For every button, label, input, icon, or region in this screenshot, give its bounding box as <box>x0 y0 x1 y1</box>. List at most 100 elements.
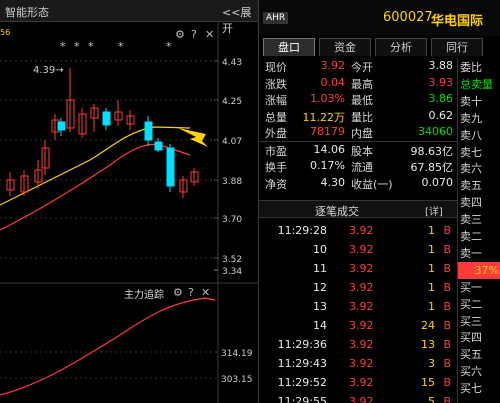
tick-side: B <box>443 338 451 351</box>
tick-volume: 13 <box>421 338 435 351</box>
quote-row: 市盈 14.06 股本 98.63亿 <box>259 142 457 159</box>
tick-time: 12 <box>313 281 327 294</box>
signal-marker: * <box>60 40 66 53</box>
tick-volume: 1 <box>428 262 435 275</box>
indicator-line <box>0 297 216 396</box>
stock-name: 华电国际 <box>431 14 484 29</box>
ticks-title: 逐笔成交 <box>315 205 359 218</box>
ticks-detail-link[interactable]: [详] <box>425 203 443 218</box>
tick-row: 12 3.92 1 B <box>259 279 457 298</box>
orderbook-level-label: 卖五 <box>460 179 482 193</box>
indicator-help-icon[interactable]: ? <box>188 286 194 299</box>
tick-volume: 1 <box>428 224 435 237</box>
quote-label: 量比 <box>351 110 373 124</box>
quote-panel: AHR 600027 华电国际 盘口 资金 分析 同行 现价 3.92 今开 3.88… <box>259 0 500 403</box>
tick-side: B <box>443 281 451 294</box>
candle-body <box>144 121 153 141</box>
tab-funds[interactable]: 资金 <box>319 38 371 56</box>
orderbook-level-label: 买四 <box>460 331 482 345</box>
expand-button[interactable]: <<展开 <box>222 4 258 36</box>
tick-volume: 3 <box>428 357 435 370</box>
quote-value: 11.22万 <box>302 110 346 124</box>
tick-volume: 24 <box>421 319 435 332</box>
indicator-tick-label: 303.15 <box>221 375 253 385</box>
orderbook-level-label: 买三 <box>460 314 482 328</box>
tick-time: 11:29:52 <box>277 376 327 389</box>
price-tick-label: 3.52 <box>222 255 242 265</box>
chart-code-label: 56 <box>0 28 11 37</box>
quote-label: 总量 <box>265 110 287 124</box>
candle-body <box>166 147 175 187</box>
quote-label: 外盘 <box>265 127 287 140</box>
kline-chart: 4.43 4.25 4.07 3.88 3.70 3.52 3.34 * * * * * 4.39→ 31… <box>0 22 258 403</box>
help-icon[interactable]: ? <box>191 28 197 41</box>
indicator-title: 主力追踪 <box>124 290 164 301</box>
quote-value: 3.88 <box>428 59 454 72</box>
orderbook-level-label: 买六 <box>460 365 482 379</box>
tick-time: 11 <box>313 262 327 275</box>
quote-row: 涨跌 0.04 最高 3.93 <box>259 75 457 92</box>
tick-price: 3.92 <box>349 357 374 370</box>
quote-row: 总量 11.22万 量比 0.62 <box>259 108 457 125</box>
tick-time: 13 <box>313 300 327 313</box>
quote-value: 34060 <box>418 125 453 138</box>
quote-label: 内盘 <box>351 127 373 140</box>
quote-label: 换手 <box>265 161 287 174</box>
tab-peers[interactable]: 同行 <box>431 38 483 56</box>
price-tick-label: 3.34 <box>222 267 242 277</box>
tick-row: 13 3.92 1 B <box>259 298 457 317</box>
quote-value: 3.92 <box>320 59 346 72</box>
tick-price: 3.92 <box>349 338 374 351</box>
tick-time: 11:29:43 <box>277 357 327 370</box>
tick-side: B <box>443 300 451 313</box>
price-tick-label: 3.70 <box>222 215 242 225</box>
quote-label: 现价 <box>265 61 287 74</box>
quote-value: 3.86 <box>428 92 454 105</box>
quote-value: 98.63亿 <box>410 144 454 158</box>
orderbook-level-label: 总卖量 <box>460 77 493 91</box>
tick-side: B <box>443 395 451 403</box>
price-tick-label: 4.07 <box>222 137 242 147</box>
ticks-list[interactable]: 11:29:28 3.92 1 B 10 3.92 1 B 11 3.92 1 B 12 3.92 1 B 13… <box>259 222 457 403</box>
orderbook-ratio-bar: 37% <box>458 261 500 279</box>
quote-value: 0.17% <box>310 159 345 172</box>
indicator-close-icon[interactable]: ✕ <box>201 286 210 299</box>
gear-icon[interactable]: ⚙ <box>175 28 185 41</box>
close-icon[interactable]: ✕ <box>205 28 214 41</box>
quote-value: 0.04 <box>320 75 346 89</box>
signal-arrow <box>178 128 208 147</box>
quote-table: 现价 3.92 今开 3.88 涨跌 0.04 最高 3.93 涨幅 1.03% 最低 3.86 总量 1… <box>259 58 457 191</box>
tick-price: 3.92 <box>349 300 374 313</box>
tab-analysis[interactable]: 分析 <box>375 38 427 56</box>
tick-side: B <box>443 243 451 256</box>
quote-row: 现价 3.92 今开 3.88 <box>259 58 457 75</box>
indicator-gear-icon[interactable]: ⚙ <box>173 286 183 299</box>
tick-time: 11:29:36 <box>277 338 327 351</box>
quote-value: 78179 <box>310 125 345 138</box>
quote-value: 3.93 <box>428 75 454 89</box>
quote-label: 今开 <box>351 61 373 74</box>
tick-side: B <box>443 357 451 370</box>
quote-label: 涨幅 <box>265 94 287 107</box>
tick-price: 3.92 <box>349 395 374 403</box>
stock-code: 600027 <box>383 10 433 25</box>
ticks-header: 逐笔成交 [详] <box>259 200 457 218</box>
quote-row: 净资 4.30 收益(一) 0.070 <box>259 175 457 192</box>
quote-label: 净资 <box>265 177 287 191</box>
tick-side: B <box>443 319 451 332</box>
quote-row: 换手 0.17% 流通 67.85亿 <box>259 158 457 175</box>
price-tick-label: 4.25 <box>222 97 242 107</box>
quote-label: 市盈 <box>265 144 287 158</box>
tick-price: 3.92 <box>349 281 374 294</box>
price-tick-label: 4.43 <box>222 58 242 68</box>
orderbook-level-label: 卖六 <box>460 162 482 176</box>
high-price-label: 4.39→ <box>33 65 64 76</box>
quote-label: 最低 <box>351 94 373 107</box>
ahr-badge[interactable]: AHR <box>263 12 289 24</box>
tab-pankou[interactable]: 盘口 <box>263 38 315 56</box>
orderbook-level-label: 买五 <box>460 348 482 362</box>
tick-price: 3.92 <box>349 262 374 275</box>
orderbook-level-label: 买二 <box>460 297 482 311</box>
quote-value: 14.06 <box>313 142 346 156</box>
orderbook-level-label: 卖九 <box>460 111 482 125</box>
